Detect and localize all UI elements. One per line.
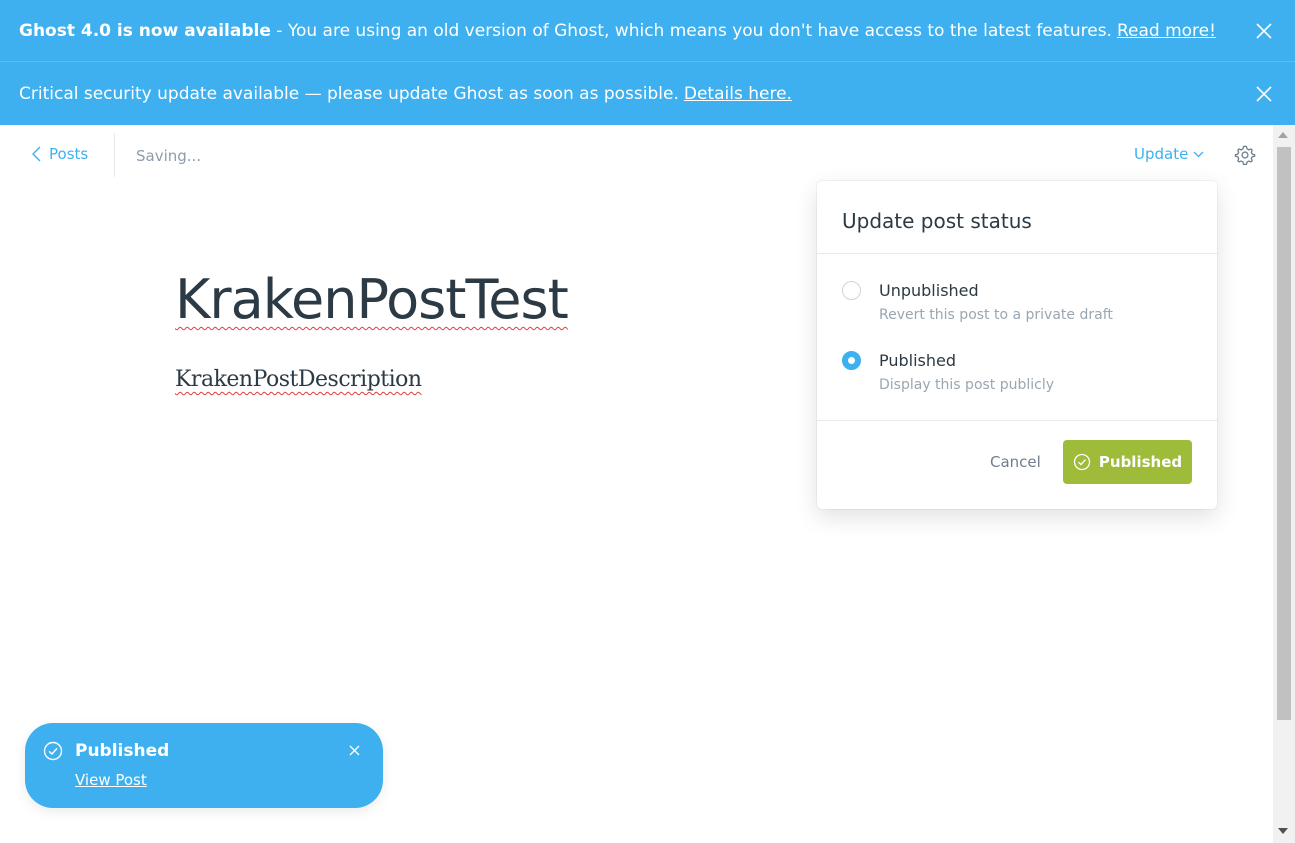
security-banner-message: Critical security update available — ple… xyxy=(19,62,792,125)
popover-title: Update post status xyxy=(842,209,1032,233)
read-more-link[interactable]: Read more! xyxy=(1117,21,1216,41)
back-to-posts-link[interactable]: Posts xyxy=(32,145,88,163)
topbar-divider xyxy=(114,133,115,177)
editor-topbar: Posts Saving... Update xyxy=(0,125,1273,187)
upgrade-banner: Ghost 4.0 is now available - You are usi… xyxy=(0,0,1295,62)
upgrade-banner-message: Ghost 4.0 is now available - You are usi… xyxy=(19,0,1216,61)
check-circle-icon xyxy=(43,741,63,761)
chevron-down-icon xyxy=(1193,151,1204,157)
scroll-down-arrow-icon[interactable] xyxy=(1278,828,1288,834)
cancel-button[interactable]: Cancel xyxy=(990,453,1041,471)
post-body[interactable]: KrakenPostDescription xyxy=(175,367,422,392)
update-label: Update xyxy=(1134,145,1189,163)
check-circle-icon xyxy=(1073,453,1091,471)
popover-divider xyxy=(817,420,1217,421)
close-icon[interactable] xyxy=(349,745,360,756)
chevron-left-icon xyxy=(32,146,41,162)
update-status-popover: Update post status Unpublished Revert th… xyxy=(817,181,1217,509)
option-description: Display this post publicly xyxy=(879,377,1055,393)
option-label: Unpublished xyxy=(879,281,979,300)
view-post-link[interactable]: View Post xyxy=(75,771,147,789)
publish-button-label: Published xyxy=(1098,453,1183,471)
popover-divider xyxy=(817,253,1217,254)
scroll-up-arrow-icon[interactable] xyxy=(1278,132,1288,138)
scrollbar-thumb[interactable] xyxy=(1277,147,1291,720)
details-link[interactable]: Details here. xyxy=(684,84,792,104)
close-icon[interactable] xyxy=(1255,85,1273,103)
post-title[interactable]: KrakenPostTest xyxy=(175,268,569,331)
toast-title: Published xyxy=(75,741,170,761)
security-banner-text: Critical security update available — ple… xyxy=(19,83,679,104)
published-radio[interactable] xyxy=(842,351,861,370)
back-link-label: Posts xyxy=(49,145,89,163)
option-label: Published xyxy=(879,351,957,370)
publish-button[interactable]: Published xyxy=(1063,440,1192,484)
close-icon[interactable] xyxy=(1255,22,1273,40)
page-scrollbar[interactable] xyxy=(1273,125,1295,843)
unpublished-radio[interactable] xyxy=(842,281,861,300)
security-banner: Critical security update available — ple… xyxy=(0,62,1295,125)
upgrade-banner-text: - You are using an old version of Ghost,… xyxy=(270,20,1112,41)
upgrade-banner-bold: Ghost 4.0 is now available xyxy=(19,20,271,41)
gear-icon[interactable] xyxy=(1234,144,1256,166)
update-menu-button[interactable]: Update xyxy=(1134,145,1204,163)
option-description: Revert this post to a private draft xyxy=(879,307,1113,323)
save-status: Saving... xyxy=(136,147,202,165)
published-toast: Published View Post xyxy=(25,723,383,808)
